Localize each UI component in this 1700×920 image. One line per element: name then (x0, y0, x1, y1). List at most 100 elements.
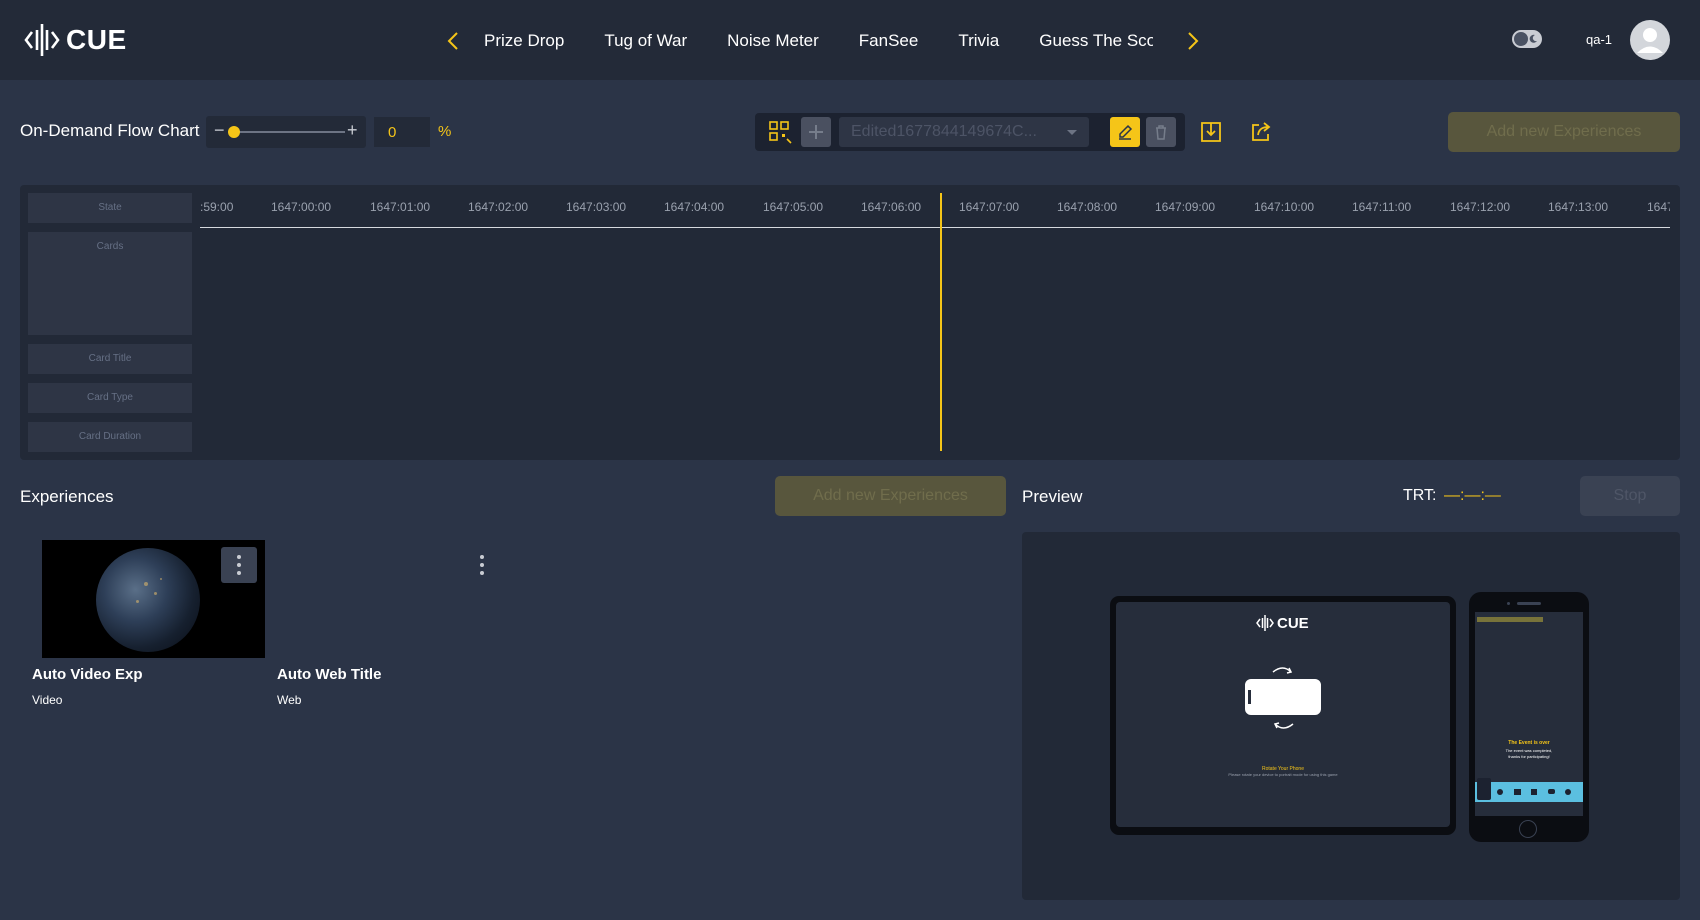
timeline-tick: 1647:07:00 (959, 200, 1020, 214)
nav-item-prize-drop[interactable]: Prize Drop (484, 31, 564, 51)
tablet-logo: CUE (1256, 614, 1309, 632)
qr-code-button[interactable] (765, 117, 795, 147)
user-icon (1637, 28, 1663, 53)
zoom-thumb[interactable] (228, 126, 240, 138)
timeline-ruler[interactable]: :59:00 1647:00:00 1647:01:00 1647:02:00 … (200, 185, 1670, 229)
timeline-tick: 1647:12:00 (1450, 200, 1511, 214)
flow-select[interactable]: Edited1677844149674C... (839, 117, 1089, 147)
phone-bottom-nav (1475, 778, 1583, 802)
nav-item-guess-the-score[interactable]: Guess The Score (1039, 31, 1153, 51)
kebab-dot (237, 571, 241, 575)
thumbnail-edge (28, 540, 42, 658)
phone-nav-icon (1514, 789, 1521, 795)
card-menu-button[interactable] (221, 547, 257, 583)
trt-label: TRT: (1403, 487, 1437, 504)
timeline-playhead[interactable] (940, 193, 942, 451)
nav-items: Prize Drop Tug of War Noise Meter FanSee… (468, 31, 1178, 51)
phone-nav-icon (1531, 789, 1537, 795)
delete-flow-button[interactable] (1146, 117, 1176, 147)
timeline-tick: 1647:06:00 (861, 200, 922, 214)
add-flow-button[interactable] (801, 117, 831, 147)
timeline-tick: 1647:13:00 (1548, 200, 1609, 214)
card-menu-button[interactable] (464, 547, 500, 583)
card-type: Web (277, 693, 302, 707)
flow-timeline[interactable]: State Cards Card Title Card Type Card Du… (20, 185, 1680, 460)
row-label-card-type: Card Type (28, 383, 192, 413)
phone-nav-home-icon (1477, 778, 1491, 800)
preview-title: Preview (1022, 487, 1083, 506)
row-label-card-duration: Card Duration (28, 422, 192, 452)
event-over-text-2: thanks for participating! (1508, 754, 1550, 759)
phone-nav-icon (1565, 789, 1571, 795)
add-new-experiences-button[interactable]: Add new Experiences (775, 476, 1006, 516)
phone-mockup: The Event is over The event was complete… (1469, 592, 1589, 842)
nav-prev-button[interactable] (438, 26, 468, 56)
experience-thumbnail[interactable] (273, 540, 510, 658)
flow-tool-group: Edited1677844149674C... (755, 113, 1185, 151)
zoom-slider[interactable]: − + (206, 116, 366, 148)
edit-flow-button[interactable] (1110, 117, 1140, 147)
city-light (154, 592, 157, 595)
trash-icon (1156, 125, 1166, 140)
phone-home-button (1519, 820, 1537, 838)
nav-item-trivia[interactable]: Trivia (958, 31, 999, 51)
flow-select-value: Edited1677844149674C... (851, 123, 1037, 140)
tablet-logo-text: CUE (1277, 614, 1309, 632)
chevron-down-icon (1067, 130, 1077, 135)
experience-card-video[interactable]: Auto Video Exp Video (28, 540, 265, 707)
experience-nav: Prize Drop Tug of War Noise Meter FanSee… (438, 24, 1208, 58)
add-new-experiences-top-button[interactable]: Add new Experiences (1448, 112, 1680, 152)
row-label-cards: Cards (28, 232, 192, 335)
event-over-title: The Event is over (1508, 740, 1550, 746)
save-icon (1201, 122, 1221, 142)
timeline-tick: 1647:11:00 (1352, 200, 1412, 214)
username[interactable]: qa-1 (1586, 32, 1612, 47)
timeline-tick: 1647:10:00 (1254, 200, 1315, 214)
cue-logo[interactable]: CUE (24, 20, 127, 60)
card-title: Auto Web Title (277, 666, 382, 683)
timeline-tick: :59:00 (200, 200, 234, 214)
timeline-tick: 1647:08:00 (1057, 200, 1118, 214)
theme-toggle[interactable] (1512, 30, 1542, 48)
timeline-tick: 1647:05:00 (763, 200, 824, 214)
top-header: CUE Prize Drop Tug of War Noise Meter Fa… (0, 0, 1700, 80)
trt-value: —:—:— (1444, 487, 1501, 504)
city-light (160, 578, 162, 580)
kebab-dot (480, 563, 484, 567)
city-light (144, 582, 148, 586)
experiences-title: Experiences (20, 487, 114, 506)
avatar[interactable] (1630, 20, 1670, 60)
experience-card-web[interactable]: Auto Web Title Web (273, 540, 510, 707)
kebab-dot (480, 571, 484, 575)
phone-nav-icon (1497, 789, 1503, 795)
stop-button[interactable]: Stop (1580, 476, 1680, 516)
toggle-knob (1514, 32, 1528, 46)
zoom-track[interactable] (230, 131, 345, 133)
rotate-text: Please rotate your device to portrait mo… (1228, 772, 1338, 777)
kebab-dot (480, 555, 484, 559)
timeline-tick: 1647:09:00 (1155, 200, 1216, 214)
experience-thumbnail[interactable] (28, 540, 265, 658)
earth-image (96, 548, 200, 652)
nav-item-tug-of-war[interactable]: Tug of War (604, 31, 687, 51)
preview-panel: CUE Rotate Your Phone Please rotate your… (1022, 532, 1680, 900)
share-icon (1252, 122, 1271, 141)
phone-speaker (1517, 602, 1541, 605)
cue-logo-icon (1256, 615, 1274, 631)
nav-next-button[interactable] (1178, 26, 1208, 56)
edit-icon (1119, 124, 1133, 140)
nav-item-noise-meter[interactable]: Noise Meter (727, 31, 819, 51)
card-type: Video (32, 693, 63, 707)
timeline-tick: 1647:01:00 (370, 200, 431, 214)
event-over-text-1: The event was completed, (1505, 748, 1553, 753)
zoom-percent-input[interactable] (374, 117, 430, 147)
save-flow-button[interactable] (1195, 116, 1227, 148)
moon-icon (1529, 34, 1537, 43)
share-flow-button[interactable] (1245, 116, 1277, 148)
zoom-in-button[interactable]: + (347, 120, 358, 141)
zoom-out-button[interactable]: − (214, 120, 225, 141)
nav-item-fansee[interactable]: FanSee (859, 31, 919, 51)
timeline-tick: 1647:02:00 (468, 200, 529, 214)
rotate-phone-icon (1245, 667, 1321, 729)
chevron-right-icon (1188, 32, 1199, 50)
